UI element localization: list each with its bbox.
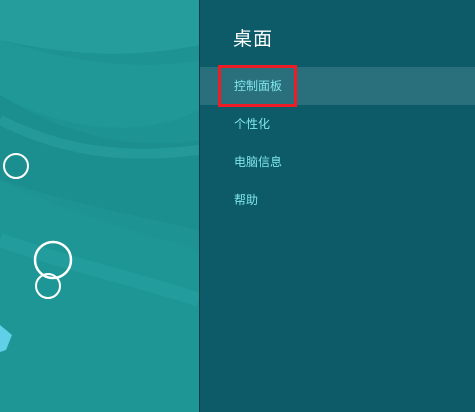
settings-panel: 桌面 控制面板 个性化 电脑信息 帮助 (200, 0, 475, 412)
menu-item-label: 个性化 (234, 117, 271, 131)
menu-item-help[interactable]: 帮助 (200, 181, 475, 219)
red-highlight-box (218, 65, 297, 107)
menu-item-label: 电脑信息 (234, 155, 283, 169)
menu-item-label: 帮助 (234, 193, 259, 207)
screen: 桌面 控制面板 个性化 电脑信息 帮助 (0, 0, 475, 412)
menu-item-personalize[interactable]: 个性化 (200, 105, 475, 143)
menu-item-pc-info[interactable]: 电脑信息 (200, 143, 475, 181)
desktop-wallpaper[interactable] (0, 0, 199, 412)
panel-title: 桌面 (233, 28, 274, 50)
wallpaper-graphic (0, 0, 199, 412)
